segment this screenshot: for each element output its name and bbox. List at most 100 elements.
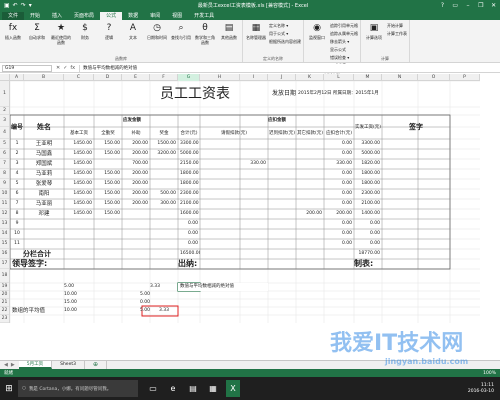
employee-leave[interactable] (200, 169, 268, 179)
header-deduct[interactable]: 应扣金额 (200, 115, 354, 127)
row-header[interactable]: 13 (0, 219, 9, 229)
system-tray-clock[interactable]: 11:11 2016-03-10 (468, 383, 500, 395)
employee-name[interactable] (24, 239, 64, 249)
employee-total[interactable]: 0.00 (178, 239, 200, 249)
employee-base[interactable]: 1450.00 (64, 199, 94, 209)
store-icon[interactable]: ▦ (206, 380, 220, 397)
task-view-icon[interactable]: ▭ (146, 380, 160, 397)
employee-att[interactable]: 150.00 (94, 199, 122, 209)
tab-6[interactable]: 审阅 (144, 12, 166, 20)
employee-sub[interactable] (122, 229, 150, 239)
column-header[interactable]: N (382, 74, 418, 81)
calc-value[interactable]: 5.00 (122, 307, 150, 315)
ribbon-button-3-0[interactable]: ▣ 计算选项 (363, 21, 385, 40)
employee-base[interactable]: 1450.00 (64, 149, 94, 159)
ribbon-button-0-1[interactable]: Σ 自动求和 (26, 21, 48, 40)
employee-name[interactable] (24, 229, 64, 239)
calc-value[interactable]: 15.00 (64, 299, 94, 307)
employee-bonus[interactable] (150, 159, 178, 169)
employee-att[interactable] (94, 239, 122, 249)
sign-maker[interactable]: 制表: (354, 259, 418, 269)
employee-late[interactable] (268, 199, 296, 209)
sheet-tab-may-salary[interactable]: 5月工资 (18, 361, 53, 369)
row-header[interactable]: 14 (0, 229, 9, 239)
employee-deduct-total[interactable]: 0.00 (324, 169, 354, 179)
employee-no[interactable]: 9 (10, 219, 24, 229)
employee-att[interactable] (94, 159, 122, 169)
employee-late[interactable] (268, 219, 296, 229)
ribbon-small-button[interactable]: 根据所选内容创建 (269, 38, 301, 45)
employee-base[interactable]: 1450.00 (64, 179, 94, 189)
row-header[interactable]: 21 (0, 299, 9, 307)
row-header[interactable]: 5 (0, 139, 9, 149)
ribbon-small-button[interactable]: 显示公式 (330, 46, 358, 53)
employee-other[interactable] (296, 169, 324, 179)
employee-name[interactable]: 张爱琴 (24, 179, 64, 189)
employee-late[interactable] (268, 169, 296, 179)
column-header[interactable]: F (150, 74, 178, 81)
add-sheet-icon[interactable]: ⊕ (85, 361, 107, 369)
employee-bonus[interactable]: 500.00 (150, 189, 178, 199)
next-sheet-icon[interactable]: ▶ (11, 362, 15, 368)
employee-att[interactable] (94, 229, 122, 239)
calc-value[interactable]: 0.00 (122, 299, 150, 307)
employee-no[interactable]: 1 (10, 139, 24, 149)
employee-deduct-total[interactable]: 0.00 (324, 229, 354, 239)
ribbon-small-button[interactable]: 用于公式 ▾ (269, 30, 301, 37)
sub-header[interactable]: 合计(元) (178, 127, 200, 139)
employee-late[interactable] (268, 179, 296, 189)
cortana-search-box[interactable]: ○ 我是 Cortana，小娜。有问题尽管问我。 (18, 380, 138, 397)
issue-date[interactable]: 2015年2月12日 所属日期：2015年1月 (296, 81, 450, 107)
employee-att[interactable]: 150.00 (94, 149, 122, 159)
tab-7[interactable]: 视图 (166, 12, 188, 20)
name-box[interactable]: G19 (2, 64, 52, 72)
employee-leave[interactable] (200, 229, 268, 239)
ribbon-button-0-9[interactable]: ▤ 其他函数 (218, 21, 240, 40)
employee-name[interactable]: 郑国斌 (24, 159, 64, 169)
customize-icon[interactable]: ▾ (29, 0, 32, 11)
avg-result[interactable]: 3.33 (150, 307, 178, 315)
employee-base[interactable] (64, 219, 94, 229)
employee-att[interactable]: 150.00 (94, 179, 122, 189)
sub-header[interactable]: 基本工资 (64, 127, 94, 139)
employee-total[interactable]: 5000.00 (178, 149, 200, 159)
employee-att[interactable]: 150.00 (94, 139, 122, 149)
employee-other[interactable] (296, 149, 324, 159)
employee-no[interactable]: 8 (10, 209, 24, 219)
employee-att[interactable]: 150.00 (94, 209, 122, 219)
employee-bonus[interactable]: 300.00 (150, 199, 178, 209)
employee-bonus[interactable]: 3200.00 (150, 149, 178, 159)
ribbon-small-button[interactable]: 定义名称 ▾ (269, 22, 301, 29)
employee-bonus[interactable] (150, 179, 178, 189)
employee-total[interactable]: 2100.00 (178, 199, 200, 209)
redo-icon[interactable]: ↷ (21, 0, 26, 11)
employee-net[interactable]: 2100.00 (354, 199, 382, 209)
sheet-tab-sheet3[interactable]: Sheet3 (52, 361, 85, 369)
column-header[interactable]: E (122, 74, 150, 81)
employee-deduct-total[interactable]: 0.00 (324, 149, 354, 159)
sub-header[interactable]: 应扣合计(元) (324, 127, 354, 139)
select-all-corner[interactable] (0, 74, 10, 81)
employee-leave[interactable] (200, 149, 268, 159)
employee-deduct-total[interactable]: 200.00 (324, 209, 354, 219)
employee-bonus[interactable] (150, 209, 178, 219)
employee-deduct-total[interactable]: 330.00 (324, 159, 354, 169)
row-header[interactable]: 12 (0, 209, 9, 219)
row-header[interactable]: 4 (0, 127, 9, 139)
employee-net[interactable]: 0.00 (354, 229, 382, 239)
employee-leave[interactable] (200, 219, 268, 229)
employee-sub[interactable]: 200.00 (122, 139, 150, 149)
formula-input[interactable]: 数值与平均数相减的绝对值 (79, 64, 500, 72)
column-header[interactable]: L (324, 74, 354, 81)
prev-sheet-icon[interactable]: ◀ (4, 362, 8, 368)
employee-base[interactable] (64, 229, 94, 239)
subtotal-total[interactable]: 16500.00 (178, 249, 200, 259)
employee-base[interactable]: 1450.00 (64, 189, 94, 199)
employee-no[interactable]: 2 (10, 149, 24, 159)
worksheet-grid[interactable]: ABCDEFGHIJKLMNOP 1 2 3 4 5 6 7 8 9 10 11 12 13 14 15 16… (0, 74, 500, 360)
employee-net[interactable]: 3300.00 (354, 139, 382, 149)
employee-bonus[interactable] (150, 169, 178, 179)
employee-late[interactable] (268, 229, 296, 239)
row-header[interactable]: 15 (0, 239, 9, 249)
header-pay[interactable]: 应发金额 (64, 115, 200, 127)
